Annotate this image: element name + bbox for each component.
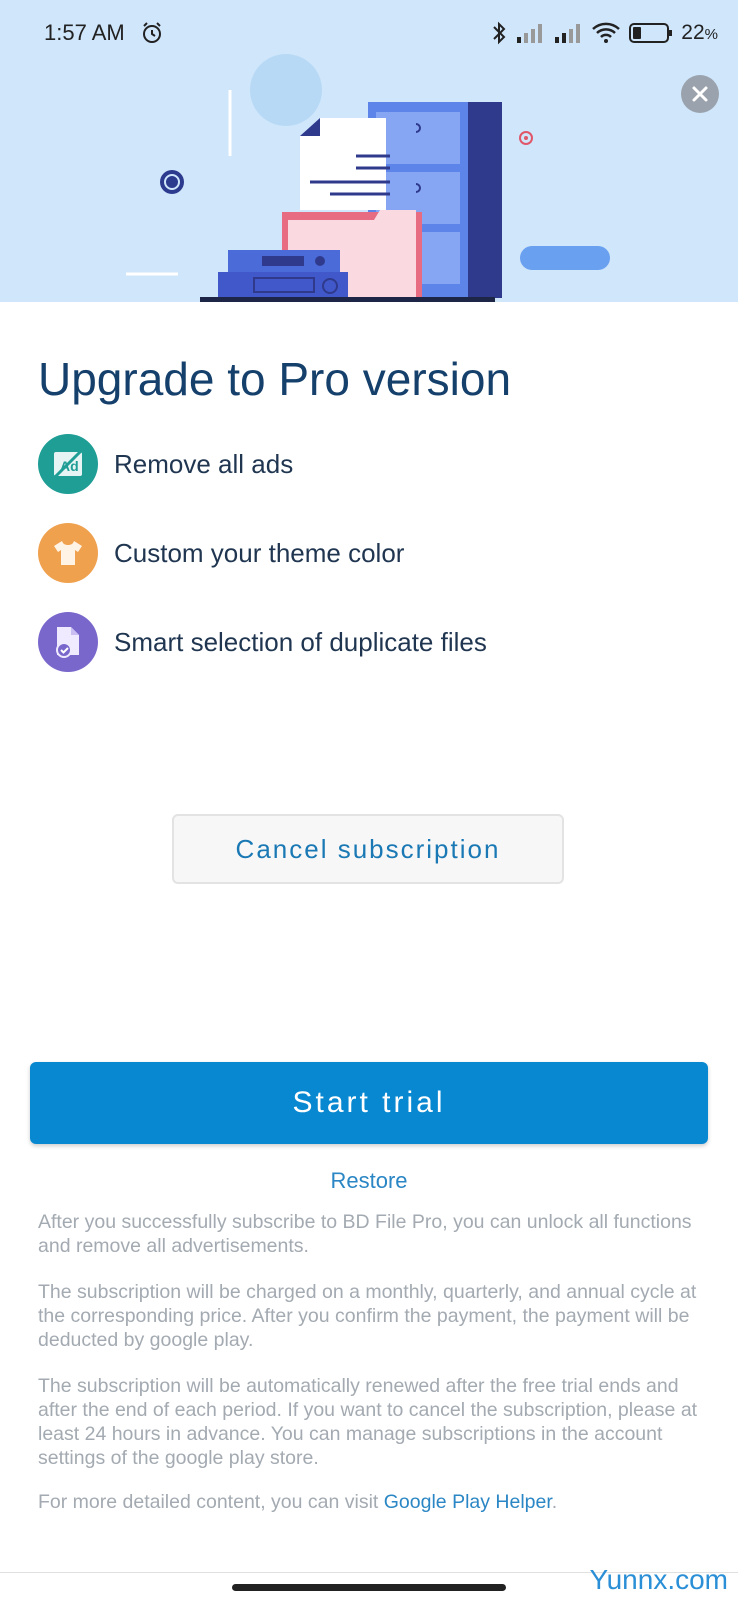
cancel-subscription-button[interactable]: Cancel subscription: [172, 814, 564, 884]
alarm-icon: [143, 22, 161, 43]
no-ads-icon: Ad: [38, 434, 98, 494]
shirt-icon: [38, 523, 98, 583]
wifi-icon: [592, 22, 621, 43]
signal-icon: [517, 24, 543, 43]
watermark: Yunnx.com: [589, 1564, 728, 1595]
restore-link: Restore: [0, 1168, 738, 1194]
status-icons: 22%: [491, 18, 718, 48]
svg-text:Ad: Ad: [60, 458, 79, 474]
more-info-suffix: .: [551, 1491, 558, 1513]
home-indicator[interactable]: [232, 1584, 506, 1591]
feature-remove-ads: Ad Remove all ads: [38, 434, 293, 494]
upgrade-content: Upgrade to Pro version Ad Remove all ads…: [0, 302, 738, 1600]
close-button[interactable]: [681, 75, 719, 113]
status-time: 1:57 AM: [44, 20, 125, 45]
bluetooth-icon: [493, 21, 506, 45]
fine-print-charges: The subscription will be charged on a mo…: [38, 1281, 697, 1351]
file-cabinet-illustration: [126, 54, 610, 302]
file-check-icon: [38, 612, 98, 672]
feature-duplicate-files: Smart selection of duplicate files: [38, 612, 487, 672]
feature-label: Smart selection of duplicate files: [114, 626, 487, 657]
more-info-text: For more detailed content, you can visit: [38, 1491, 384, 1513]
start-trial-button[interactable]: Start trial: [30, 1062, 708, 1144]
battery-icon: [629, 23, 673, 43]
feature-label: Custom your theme color: [114, 537, 405, 568]
page-title: Upgrade to Pro version: [38, 353, 512, 405]
close-icon: [692, 86, 708, 102]
feature-label: Remove all ads: [114, 448, 294, 479]
signal-icon: [555, 24, 581, 43]
google-play-helper-link[interactable]: Google Play Helper: [384, 1491, 552, 1513]
fine-print-unlock: After you successfully subscribe to BD F…: [38, 1211, 692, 1257]
fine-print-more-info: For more detailed content, you can visit…: [38, 1490, 702, 1514]
feature-theme-color: Custom your theme color: [38, 523, 404, 583]
fine-print-renewal: The subscription will be automatically r…: [38, 1375, 698, 1469]
restore-button[interactable]: Restore: [330, 1168, 407, 1193]
hero-banner: 1:57 AM 22%: [0, 0, 738, 302]
battery-percent: 22%: [681, 21, 718, 44]
